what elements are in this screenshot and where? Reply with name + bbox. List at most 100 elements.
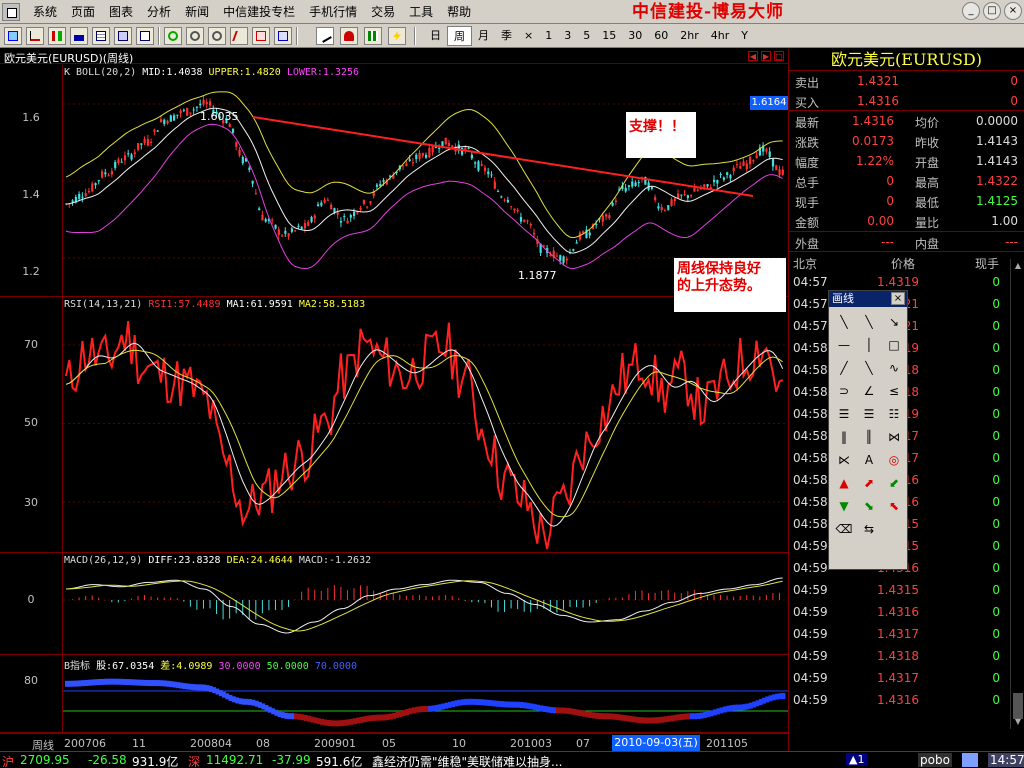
bar-chart-icon[interactable]: [70, 27, 88, 45]
arrow-upright-icon[interactable]: ⬈: [857, 472, 881, 494]
curve-icon[interactable]: ∿: [882, 357, 906, 379]
trend-line-icon[interactable]: ╱: [832, 357, 856, 379]
alert-indicator[interactable]: ▲1: [846, 753, 868, 766]
minimize-button[interactable]: _: [962, 2, 980, 20]
maximize-button[interactable]: □: [983, 2, 1001, 20]
period-1min[interactable]: 1: [539, 26, 558, 46]
arrow-downleft-icon[interactable]: ⬋: [882, 472, 906, 494]
menu-tools[interactable]: 工具: [402, 0, 440, 24]
zoom-in-icon[interactable]: [186, 27, 204, 45]
period-quarter[interactable]: 季: [495, 26, 518, 46]
fib-retrace-icon[interactable]: ☰: [832, 403, 856, 425]
gann-circle-icon[interactable]: ◎: [882, 449, 906, 471]
period-60min[interactable]: 60: [648, 26, 674, 46]
period-3min[interactable]: 3: [558, 26, 577, 46]
f10-icon[interactable]: [136, 27, 154, 45]
menu-trade[interactable]: 交易: [364, 0, 402, 24]
scroll-left-icon[interactable]: ◀: [748, 51, 758, 61]
angle-icon[interactable]: ∠: [857, 380, 881, 402]
period-5min[interactable]: 5: [577, 26, 596, 46]
horizontal-line-icon[interactable]: —: [832, 334, 856, 356]
arrow-downright-icon[interactable]: ⬊: [857, 495, 881, 517]
text-tool-icon[interactable]: A: [857, 449, 881, 471]
table-icon[interactable]: [92, 27, 110, 45]
menu-citic-column[interactable]: 中信建投专栏: [216, 0, 302, 24]
close-button[interactable]: ×: [1004, 2, 1022, 20]
candle-chart-icon[interactable]: [48, 27, 66, 45]
legend-icon[interactable]: ⇆: [857, 518, 881, 540]
tick-scrollbar[interactable]: ▲ ▼: [1010, 259, 1024, 729]
line-tool-icon[interactable]: ╲: [832, 311, 856, 333]
period-30min[interactable]: 30: [622, 26, 648, 46]
channel-icon[interactable]: ╲: [857, 357, 881, 379]
period-year[interactable]: Y: [735, 26, 754, 46]
arrow-upleft-icon[interactable]: ⬉: [882, 495, 906, 517]
period-close[interactable]: ×: [518, 26, 539, 46]
menu-analysis[interactable]: 分析: [140, 0, 178, 24]
expand-icon[interactable]: □: [774, 51, 784, 61]
b-indicator-band: [284, 712, 289, 719]
news-ticker[interactable]: 鑫经济仍需"维稳"美联储难以抽身...: [372, 753, 752, 768]
macd-panel[interactable]: 0 MACD(26,12,9) DIFF:23.8328 DEA:24.4644…: [0, 553, 788, 655]
menu-help[interactable]: 帮助: [440, 0, 478, 24]
period-4hr[interactable]: 4hr: [705, 26, 736, 46]
period-month[interactable]: 月: [472, 26, 495, 46]
sh-index-value: 2709.95: [20, 753, 70, 767]
menu-mobile-quotes[interactable]: 手机行情: [302, 0, 364, 24]
line-chart-icon[interactable]: [26, 27, 44, 45]
candle-body: [601, 215, 604, 222]
rectangle-icon[interactable]: □: [882, 334, 906, 356]
eraser-icon[interactable]: ⌫: [832, 518, 856, 540]
speed-line-icon[interactable]: ⋈: [882, 426, 906, 448]
palette-close-button[interactable]: ×: [891, 292, 905, 305]
ticker-icon[interactable]: [114, 27, 132, 45]
macd-plot[interactable]: [63, 553, 788, 655]
fib-time-icon[interactable]: ☰: [857, 403, 881, 425]
alarm-bell-icon[interactable]: [340, 27, 358, 45]
ray-tool-icon[interactable]: ╲: [857, 311, 881, 333]
cycle-line-icon[interactable]: ‖: [832, 426, 856, 448]
fib-fan-icon[interactable]: ≤: [882, 380, 906, 402]
lightning-icon[interactable]: [388, 27, 406, 45]
zoom-out-icon[interactable]: [208, 27, 226, 45]
tick-time: 04:58: [793, 495, 828, 509]
period-2hr[interactable]: 2hr: [674, 26, 705, 46]
grid-icon[interactable]: [364, 27, 382, 45]
arrow-line-icon[interactable]: ↘: [882, 311, 906, 333]
b-indicator-band: [389, 713, 393, 720]
app-logo-icon[interactable]: [2, 3, 20, 21]
menu-chart[interactable]: 图表: [102, 0, 140, 24]
scroll-up-icon[interactable]: ▲: [1013, 261, 1023, 271]
monitor-icon[interactable]: [4, 27, 22, 45]
menu-news[interactable]: 新闻: [178, 0, 216, 24]
period-15min[interactable]: 15: [596, 26, 622, 46]
period-line-icon[interactable]: ║: [857, 426, 881, 448]
vertical-line-icon[interactable]: │: [857, 334, 881, 356]
export-icon[interactable]: [252, 27, 270, 45]
candle-body: [261, 214, 264, 221]
period-day[interactable]: 日: [424, 26, 447, 46]
rsi-panel[interactable]: 70 50 30 RSI(14,13,21) RSI1:57.4489 MA1:…: [0, 297, 788, 553]
period-week[interactable]: 周: [447, 26, 472, 46]
menu-items: 系统 页面 图表 分析 新闻 中信建投专栏 手机行情 交易 工具 帮助: [26, 0, 478, 24]
draw-tool-icon[interactable]: [230, 27, 248, 45]
kline-boll-panel[interactable]: 1.6 1.4 1.2 K BOLL(20,2) MID:1.4038 UPPE…: [0, 65, 788, 297]
pitchfork-icon[interactable]: ⋉: [832, 449, 856, 471]
refresh-icon[interactable]: [164, 27, 182, 45]
scroll-down-icon[interactable]: ▼: [1013, 717, 1023, 727]
arc-icon[interactable]: ⊃: [832, 380, 856, 402]
rsi-plot[interactable]: [63, 297, 788, 553]
arrow-down-icon[interactable]: ▼: [832, 495, 856, 517]
scroll-right-icon[interactable]: ▶: [761, 51, 771, 61]
scroll-thumb[interactable]: [1013, 693, 1023, 719]
candle-body: [163, 119, 166, 124]
import-icon[interactable]: [274, 27, 292, 45]
b-indicator-panel[interactable]: 80 B指标 股:67.0354 差:4.0989 30.0000 50.000…: [0, 655, 788, 733]
menu-system[interactable]: 系统: [26, 0, 64, 24]
b-indicator-band: [127, 679, 131, 686]
pencil-icon[interactable]: [316, 27, 334, 45]
arrow-up-icon[interactable]: ▲: [832, 472, 856, 494]
gann-icon[interactable]: ☷: [882, 403, 906, 425]
menu-page[interactable]: 页面: [64, 0, 102, 24]
palette-title-bar[interactable]: 画线 ×: [829, 291, 907, 307]
